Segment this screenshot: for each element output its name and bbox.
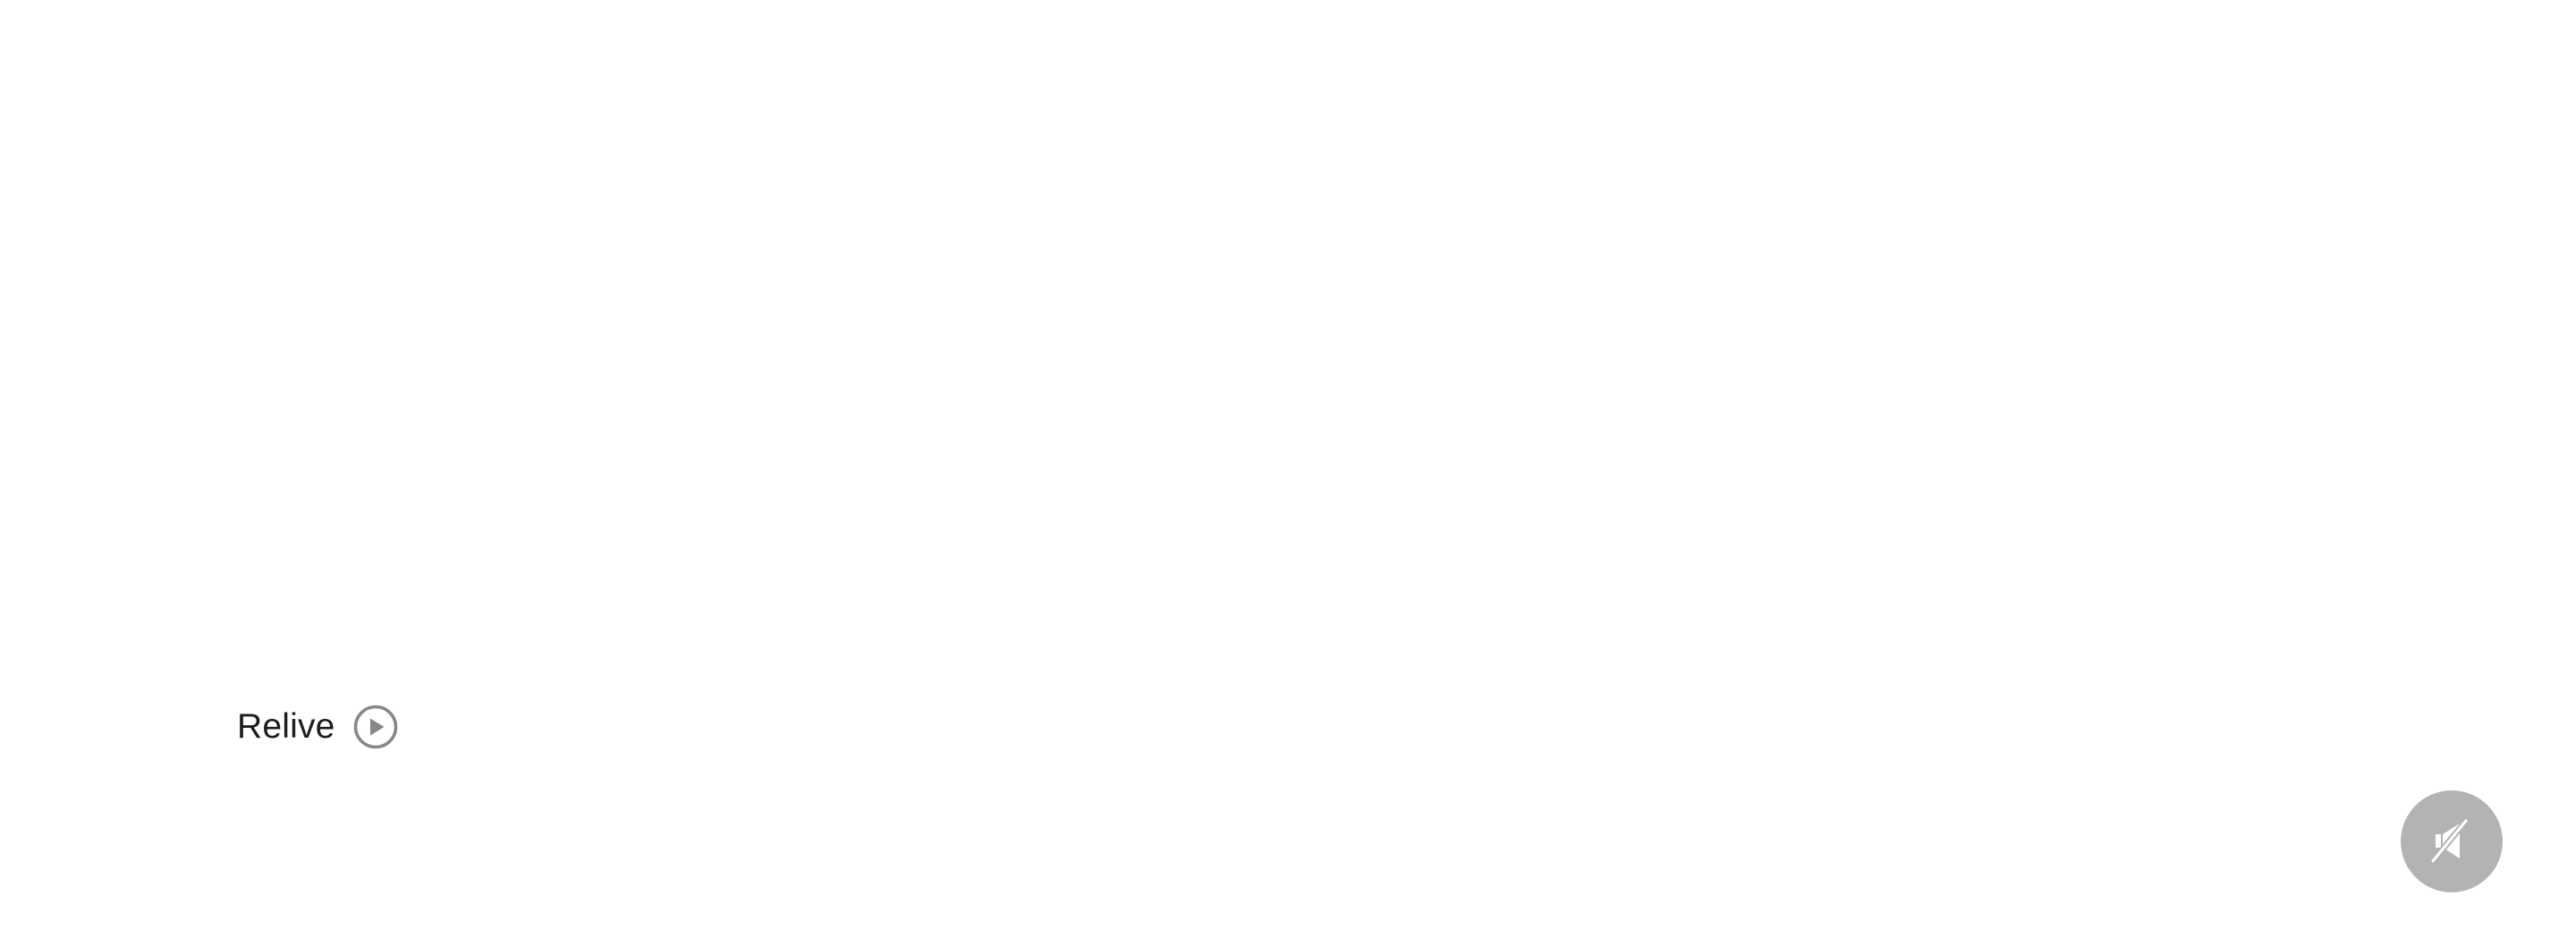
- relive-link[interactable]: Relive: [237, 705, 398, 749]
- relive-label: Relive: [237, 707, 335, 746]
- page-canvas: Relive: [0, 0, 2576, 946]
- play-circle-icon: [353, 705, 397, 749]
- speaker-muted-icon: [2430, 817, 2470, 865]
- mute-toggle-button[interactable]: [2401, 790, 2503, 892]
